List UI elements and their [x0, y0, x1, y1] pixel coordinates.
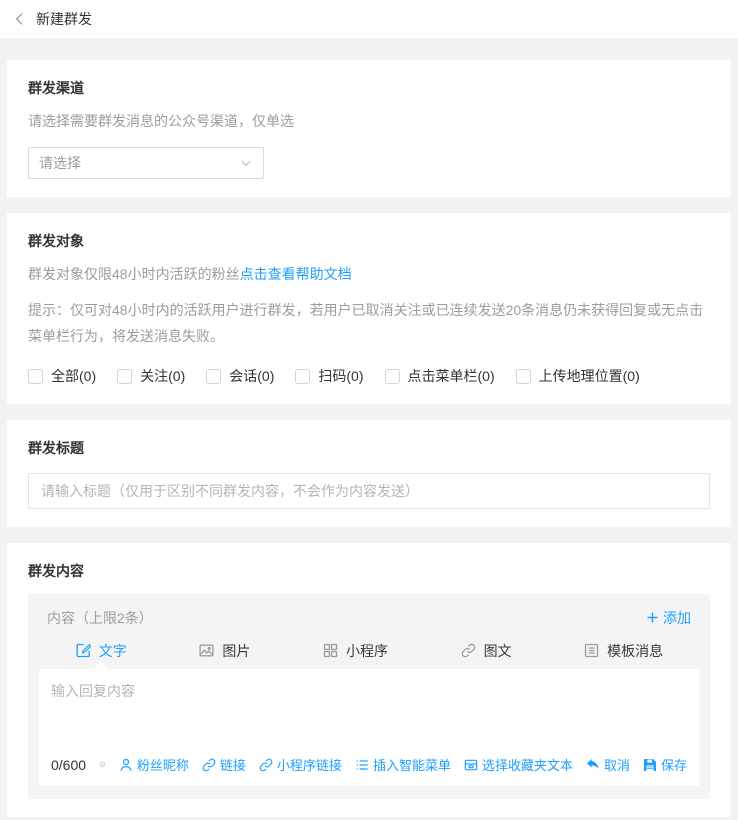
tab-template-message[interactable]: 模板消息	[583, 641, 663, 661]
checkbox-label: 点击菜单栏(0)	[407, 368, 495, 384]
checkbox-label: 关注(0)	[140, 368, 186, 384]
template-icon	[583, 642, 600, 659]
editor-toolbar: 0/600 粉丝昵称 链接 小程序链接 插入智能菜单 选择收藏夹文本 取消 保存	[39, 755, 699, 786]
char-count: 0/600	[51, 756, 87, 773]
content-section: 群发内容 内容（上限2条） 添加 文字图片小程序图文模板消息 0/600 粉	[7, 543, 731, 817]
content-panel-header: 内容（上限2条） 添加	[39, 594, 699, 641]
title-section: 群发标题	[7, 420, 731, 527]
audience-tip: 提示：仅可对48小时内的活跃用户进行群发，若用户已取消关注或已连续发送20条消息…	[28, 302, 704, 344]
chevron-down-icon	[239, 156, 253, 170]
audience-checkbox-session[interactable]: 会话(0)	[206, 366, 274, 386]
tab-label: 图文	[483, 642, 512, 659]
tab-miniprogram[interactable]: 小程序	[322, 641, 388, 661]
tab-label: 模板消息	[607, 642, 664, 659]
audience-description-text: 群发对象仅限48小时内活跃的粉丝	[28, 266, 240, 282]
edit-square-icon	[75, 642, 92, 659]
back-icon[interactable]	[12, 11, 28, 27]
tab-label: 图片	[222, 642, 251, 659]
audience-checkbox-scan[interactable]: 扫码(0)	[295, 366, 364, 386]
checkbox-icon[interactable]	[295, 368, 311, 384]
link-icon	[460, 642, 477, 659]
title-section-title: 群发标题	[28, 440, 84, 456]
audience-section: 群发对象 群发对象仅限48小时内活跃的粉丝点击查看帮助文档 提示：仅可对48小时…	[7, 213, 731, 404]
top-bar: 新建群发	[0, 0, 738, 38]
broadcast-title-input[interactable]	[28, 473, 710, 509]
tab-image[interactable]: 图片	[198, 641, 250, 661]
content-panel: 内容（上限2条） 添加 文字 图片 小程序 图文 模板消息 0/600 粉丝昵称 链接 小程…	[28, 594, 710, 799]
checkbox-icon[interactable]	[117, 368, 133, 384]
content-editor: 0/600 粉丝昵称 链接 小程序链接 插入智能菜单 选择收藏夹文本 取消 保存	[39, 669, 699, 786]
checkbox-icon[interactable]	[28, 368, 43, 384]
audience-checkbox-menu-click[interactable]: 点击菜单栏(0)	[384, 366, 495, 386]
content-section-title: 群发内容	[28, 563, 84, 579]
audience-title: 群发对象	[28, 233, 84, 249]
page-title: 新建群发	[36, 11, 92, 27]
checkbox-icon[interactable]	[515, 368, 531, 384]
checkbox-icon[interactable]	[206, 368, 222, 384]
plus-icon	[645, 610, 660, 625]
help-doc-link[interactable]: 点击查看帮助文档	[240, 266, 352, 282]
audience-checkbox-all[interactable]: 全部(0)	[28, 366, 96, 386]
tab-richtext[interactable]: 图文	[460, 641, 512, 661]
user-icon	[118, 757, 134, 773]
save-icon	[642, 757, 658, 773]
tab-label: 文字	[98, 642, 127, 659]
insert-smart-menu-button[interactable]: 插入智能菜单	[354, 755, 451, 774]
channel-select-value: 请选择	[39, 155, 81, 171]
channel-title: 群发渠道	[28, 80, 84, 96]
audience-description: 群发对象仅限48小时内活跃的粉丝点击查看帮助文档	[28, 264, 710, 284]
channel-description: 请选择需要群发消息的公众号渠道，仅单选	[28, 113, 294, 129]
audience-checkbox-follow[interactable]: 关注(0)	[117, 366, 185, 386]
emoji-icon[interactable]	[99, 755, 106, 774]
favorites-text-button[interactable]: 选择收藏夹文本	[463, 755, 573, 774]
checkbox-icon[interactable]	[384, 368, 400, 384]
undo-icon	[585, 757, 601, 773]
tool-label: 取消	[603, 758, 630, 773]
checkbox-label: 会话(0)	[229, 368, 275, 384]
link-icon	[258, 757, 274, 773]
miniprogram-link-button[interactable]: 小程序链接	[258, 755, 342, 774]
miniprogram-icon	[322, 642, 339, 659]
tool-label: 保存	[660, 758, 687, 773]
checkbox-label: 全部(0)	[51, 368, 97, 384]
audience-checkbox-row: 全部(0) 关注(0) 会话(0) 扫码(0) 点击菜单栏(0) 上传地理位置(0)	[28, 366, 710, 386]
reply-content-textarea[interactable]	[39, 669, 699, 755]
tool-label: 小程序链接	[276, 758, 342, 773]
add-content-button[interactable]: 添加	[645, 608, 691, 628]
editor-tools: 粉丝昵称 链接 小程序链接 插入智能菜单 选择收藏夹文本 取消 保存	[106, 755, 687, 774]
fan-nickname-button[interactable]: 粉丝昵称	[118, 755, 189, 774]
channel-select[interactable]: 请选择	[28, 147, 264, 179]
link-button[interactable]: 链接	[201, 755, 246, 774]
tool-label: 链接	[219, 758, 246, 773]
checkbox-label: 扫码(0)	[318, 368, 364, 384]
tool-label: 选择收藏夹文本	[481, 758, 573, 773]
cancel-button[interactable]: 取消	[585, 755, 630, 774]
image-icon	[198, 642, 215, 659]
tab-text[interactable]: 文字	[75, 641, 127, 670]
channel-section: 群发渠道 请选择需要群发消息的公众号渠道，仅单选 请选择	[7, 60, 731, 197]
tool-label: 插入智能菜单	[372, 758, 451, 773]
link-icon	[201, 757, 217, 773]
content-limit-label: 内容（上限2条）	[47, 609, 153, 626]
audience-checkbox-location[interactable]: 上传地理位置(0)	[515, 366, 640, 386]
tool-label: 粉丝昵称	[136, 758, 189, 773]
add-content-label: 添加	[663, 609, 691, 626]
save-button[interactable]: 保存	[642, 755, 687, 774]
archive-icon	[463, 757, 479, 773]
tab-label: 小程序	[345, 642, 388, 659]
content-type-tabs: 文字 图片 小程序 图文 模板消息	[39, 641, 699, 670]
menu-list-icon	[354, 757, 370, 773]
checkbox-label: 上传地理位置(0)	[538, 368, 640, 384]
